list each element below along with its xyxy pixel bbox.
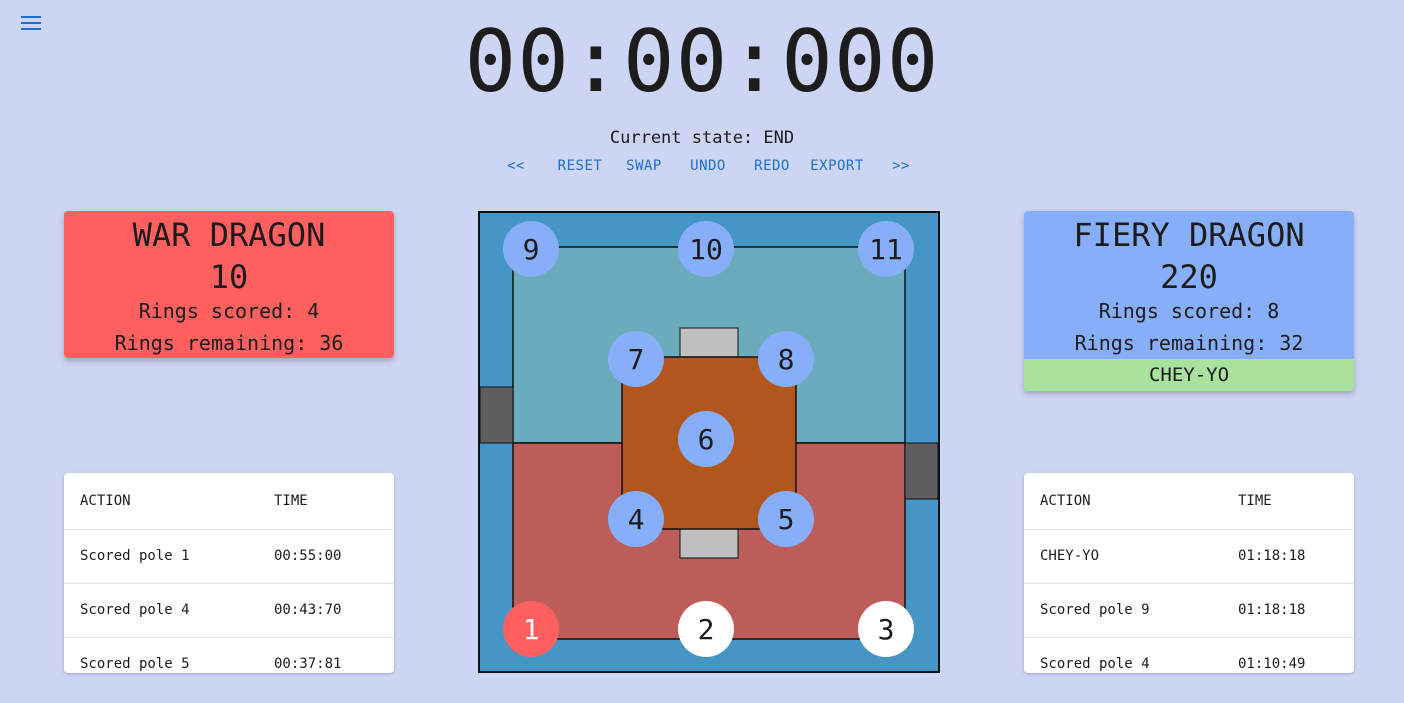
red-action-log: ACTION TIME Scored pole 1 00:55:00 Score… [64,473,394,673]
pole-10[interactable]: 10 [678,221,734,277]
table-row: Scored pole 1 00:55:00 [64,530,394,584]
match-timer: 00:00:000 [464,12,940,112]
action-cell: Scored pole 5 [80,656,190,672]
pole-3[interactable]: 3 [858,601,914,657]
swap-button[interactable]: SWAP [626,158,662,174]
pole-8[interactable]: 8 [758,331,814,387]
pole-11[interactable]: 11 [858,221,914,277]
control-bar: << RESET SWAP UNDO REDO EXPORT >> [0,158,1404,180]
export-button[interactable]: EXPORT [810,158,864,174]
blue-rings-remaining: Rings remaining: 32 [1074,331,1304,355]
undo-button[interactable]: UNDO [690,158,726,174]
time-cell: 01:18:18 [1238,602,1306,618]
blue-action-log: ACTION TIME CHEY-YO 01:18:18 Scored pole… [1024,473,1354,673]
left-gate [479,386,514,444]
redo-button[interactable]: REDO [754,158,790,174]
pole-1[interactable]: 1 [503,601,559,657]
pole-6[interactable]: 6 [678,411,734,467]
top-platform [679,327,739,359]
action-column-header: ACTION [1040,493,1091,509]
time-cell: 01:18:18 [1238,548,1306,564]
time-column-header: TIME [1238,493,1272,509]
table-row: Scored pole 9 01:18:18 [1024,584,1354,638]
current-state-text: Current state: END [609,128,795,148]
status-badge: CHEY-YO [1024,359,1354,391]
blue-team-name: FIERY DRAGON [1073,216,1305,254]
right-gate [904,442,939,500]
reset-button[interactable]: RESET [558,158,603,174]
time-cell: 01:10:49 [1238,656,1306,672]
prev-button[interactable]: << [507,158,525,174]
log-header: ACTION TIME [1024,473,1354,530]
red-team-score: 10 [209,258,249,296]
log-header: ACTION TIME [64,473,394,530]
time-cell: 00:37:81 [274,656,342,672]
table-row: Scored pole 4 01:10:49 [1024,638,1354,673]
time-cell: 00:43:70 [274,602,342,618]
pole-5[interactable]: 5 [758,491,814,547]
table-row: CHEY-YO 01:18:18 [1024,530,1354,584]
time-cell: 00:55:00 [274,548,342,564]
red-team-name: WAR DRAGON [132,216,326,254]
action-cell: Scored pole 4 [80,602,190,618]
pole-2[interactable]: 2 [678,601,734,657]
table-row: Scored pole 5 00:37:81 [64,638,394,673]
action-cell: Scored pole 4 [1040,656,1150,672]
bottom-platform [679,527,739,559]
action-cell: Scored pole 9 [1040,602,1150,618]
action-cell: CHEY-YO [1040,548,1100,564]
blue-team-card: FIERY DRAGON 220 Rings scored: 8 Rings r… [1024,211,1354,391]
red-rings-remaining: Rings remaining: 36 [114,331,344,355]
pole-7[interactable]: 7 [608,331,664,387]
next-button[interactable]: >> [892,158,910,174]
blue-rings-scored: Rings scored: 8 [1098,299,1280,323]
table-row: Scored pole 4 00:43:70 [64,584,394,638]
blue-team-score: 220 [1160,258,1218,296]
red-team-card: WAR DRAGON 10 Rings scored: 4 Rings rema… [64,211,394,358]
pole-9[interactable]: 9 [503,221,559,277]
time-column-header: TIME [274,493,308,509]
red-rings-scored: Rings scored: 4 [138,299,320,323]
action-cell: Scored pole 1 [80,548,190,564]
action-column-header: ACTION [80,493,131,509]
game-field: 1 2 3 4 5 6 7 8 9 10 11 [478,211,940,673]
pole-4[interactable]: 4 [608,491,664,547]
